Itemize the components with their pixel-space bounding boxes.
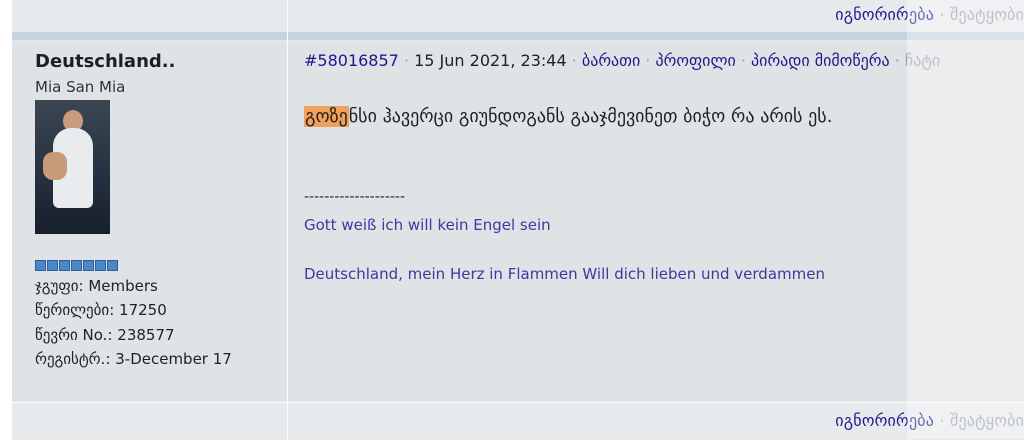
forum-post: Deutschland.. Mia San Mia ჯგუფი: Members… bbox=[12, 42, 1024, 401]
post-date: 15 Jun 2021, 23:44 bbox=[414, 51, 567, 70]
posts-label: წერილები: bbox=[35, 301, 115, 320]
author-name[interactable]: Deutschland.. bbox=[35, 51, 175, 72]
rank-pip bbox=[71, 260, 82, 271]
rank-pip bbox=[95, 260, 106, 271]
top-actions: იგნორირება · შეატყობი bbox=[835, 5, 1024, 24]
registered-row: რეგისტრ.: 3-December 17 bbox=[35, 347, 232, 371]
private-message-link[interactable]: პირადი მიმოწერა bbox=[751, 51, 890, 70]
bottom-actions: იგნორირება · შეატყობი bbox=[835, 411, 1024, 430]
registered-label: რეგისტრ.: bbox=[35, 349, 111, 368]
member-no-row: წევრი No.: 238577 bbox=[35, 323, 232, 347]
rank-pip bbox=[107, 260, 118, 271]
post-content: #58016857 · 15 Jun 2021, 23:44 · ბარათი … bbox=[288, 42, 1024, 401]
separator-dot: · bbox=[403, 51, 415, 70]
separator-dot: · bbox=[645, 51, 656, 70]
message-text: ნსი ჰავერცი გიუნდოგანს გააჯმევინეთ ბიჭო … bbox=[348, 106, 833, 127]
separator-dot: · bbox=[571, 51, 582, 70]
post-separator bbox=[12, 33, 1024, 40]
ignore-link[interactable]: იგნორირება bbox=[835, 411, 934, 430]
quote-link[interactable]: შეატყობი bbox=[950, 5, 1024, 24]
rank-pip bbox=[47, 260, 58, 271]
chat-link[interactable]: ჩატი bbox=[905, 51, 940, 70]
separator-dot: · bbox=[740, 51, 752, 70]
posts-value: 17250 bbox=[119, 301, 167, 320]
message-highlight: გოზე bbox=[304, 106, 349, 127]
author-title: Mia San Mia bbox=[35, 78, 126, 96]
rank-pip bbox=[83, 260, 94, 271]
column-divider bbox=[287, 0, 288, 439]
post-message: გოზენსი ჰავერცი გიუნდოგანს გააჯმევინეთ ბ… bbox=[304, 106, 832, 127]
group-value: Members bbox=[88, 277, 158, 295]
post-header: #58016857 · 15 Jun 2021, 23:44 · ბარათი … bbox=[304, 51, 940, 70]
profile-link[interactable]: პროფილი bbox=[656, 51, 736, 70]
signature-divider: -------------------- bbox=[304, 189, 406, 205]
separator-dot: · bbox=[939, 5, 950, 24]
bottom-action-bar: იგნორირება · შეატყობი bbox=[12, 402, 1024, 440]
ignore-link[interactable]: იგნორირება bbox=[835, 5, 934, 24]
rank-pip bbox=[35, 260, 46, 271]
posts-row: წერილები: 17250 bbox=[35, 298, 232, 322]
avatar-arm bbox=[43, 152, 67, 180]
quote-link[interactable]: შეატყობი bbox=[950, 411, 1024, 430]
group-row: ჯგუფი: Members bbox=[35, 274, 232, 298]
author-panel: Deutschland.. Mia San Mia ჯგუფი: Members… bbox=[12, 42, 288, 401]
member-no-value: 238577 bbox=[117, 325, 175, 344]
group-label: ჯგუფი: bbox=[35, 277, 84, 295]
avatar[interactable] bbox=[35, 100, 110, 234]
separator-dot: · bbox=[894, 51, 905, 70]
member-no-label: წევრი No.: bbox=[35, 325, 113, 344]
rank-pip bbox=[59, 260, 70, 271]
signature-line-1: Gott weiß ich will kein Engel sein bbox=[304, 216, 551, 234]
rank-pips bbox=[35, 260, 118, 271]
separator-dot: · bbox=[939, 411, 950, 430]
signature-line-2: Deutschland, mein Herz in Flammen Will d… bbox=[304, 265, 825, 283]
card-link[interactable]: ბარათი bbox=[582, 51, 640, 70]
registered-value: 3-December 17 bbox=[115, 349, 232, 368]
author-meta: ჯგუფი: Members წერილები: 17250 წევრი No.… bbox=[35, 274, 232, 371]
post-id-link[interactable]: #58016857 bbox=[304, 51, 399, 70]
top-action-bar: იგნორირება · შეატყობი bbox=[12, 0, 1024, 33]
